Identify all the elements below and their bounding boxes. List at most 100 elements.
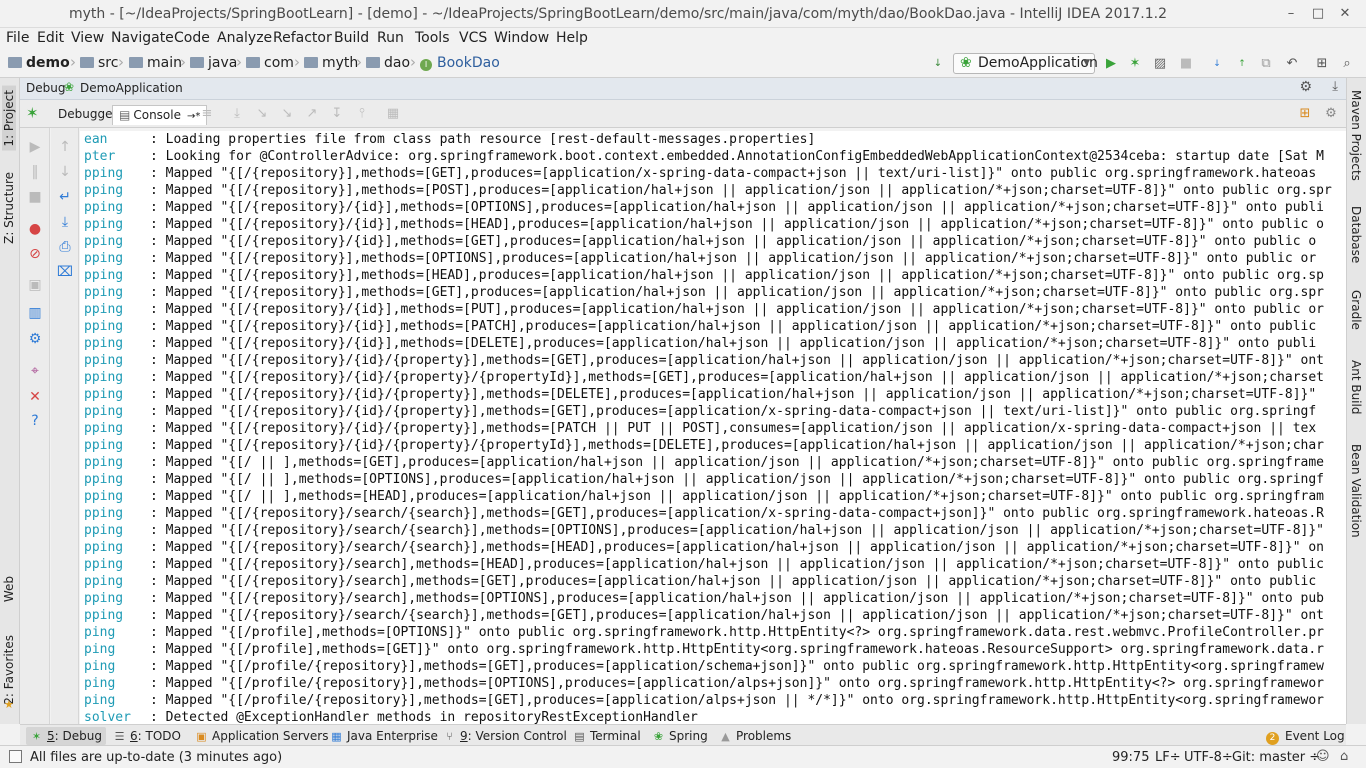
menu-refactor[interactable]: Refactor <box>273 30 332 46</box>
console-line-logger: pping <box>84 557 124 572</box>
pause-icon[interactable]: ‖ <box>26 163 44 181</box>
breadcrumb-main[interactable]: main <box>129 55 182 71</box>
mute-breakpoints-icon[interactable]: ⊘ <box>26 245 44 263</box>
menu-view[interactable]: View <box>71 30 104 46</box>
lock-icon[interactable]: ⌂ <box>1340 749 1348 764</box>
layout-icon[interactable]: ▥ <box>26 304 44 322</box>
inspector-icon[interactable]: ☺ <box>1316 749 1330 764</box>
coverage-icon[interactable]: ▨ <box>1151 55 1169 73</box>
console-line: pping: Mapped "{[/{repository}/search/{s… <box>80 607 1346 624</box>
hide-panel-icon[interactable]: ⤓ <box>1332 79 1338 94</box>
vcs-commit-icon[interactable]: ↑ <box>1233 55 1251 73</box>
tool-tab-debug[interactable]: ✶ 5: Debug <box>26 727 106 745</box>
tool-window-project[interactable]: 1: Project <box>2 86 16 151</box>
clear-all-icon[interactable]: ⌧ <box>56 263 74 281</box>
close-icon[interactable]: ✕ <box>1334 4 1356 24</box>
minimize-icon[interactable]: – <box>1280 4 1302 24</box>
tool-window-structure[interactable]: Z: Structure <box>2 172 16 244</box>
scroll-up-icon[interactable]: ↑ <box>56 138 74 156</box>
vcs-compare-icon[interactable]: ⧉ <box>1257 55 1275 73</box>
tool-window-ant-build[interactable]: Ant Build <box>1349 360 1363 414</box>
sort-icon[interactable]: ↓ <box>929 55 947 73</box>
step-into-icon[interactable]: ↘ <box>253 105 271 123</box>
pin-icon[interactable]: ⌖ <box>26 362 44 380</box>
menu-code[interactable]: Code <box>174 30 210 46</box>
menu-file[interactable]: File <box>6 30 29 46</box>
breadcrumb-dao[interactable]: dao <box>366 55 410 71</box>
tool-window-toggle-icon[interactable] <box>9 750 22 763</box>
soft-wrap-icon[interactable]: ↵ <box>56 188 74 206</box>
debug-icon[interactable]: ✶ <box>1126 55 1144 73</box>
tool-window-favorites[interactable]: 2: Favorites <box>2 635 16 705</box>
settings-icon[interactable]: ⚙ <box>26 330 44 348</box>
tool-window-database[interactable]: Database <box>1349 206 1363 263</box>
menu-run[interactable]: Run <box>377 30 404 46</box>
maximize-icon[interactable]: □ <box>1307 4 1329 24</box>
restore-layout-icon[interactable]: ⊞ <box>1296 105 1314 123</box>
drop-frame-icon[interactable]: ↧ <box>328 105 346 123</box>
evaluate-expression-icon[interactable]: ▦ <box>384 105 402 123</box>
tool-tab-application-servers[interactable]: ▣ Application Servers <box>195 727 328 745</box>
settings-icon[interactable]: ⚙ <box>1322 105 1340 123</box>
stop-icon[interactable]: ■ <box>1177 55 1195 73</box>
git-branch[interactable]: Git: master ÷ <box>1232 750 1320 765</box>
debug-session-name[interactable]: DemoApplication <box>80 81 183 95</box>
cursor-position[interactable]: 99:75 <box>1112 750 1149 765</box>
vcs-update-icon[interactable]: ↓ <box>1208 55 1226 73</box>
file-encoding[interactable]: UTF-8÷ <box>1184 750 1233 765</box>
tool-window-gradle[interactable]: Gradle <box>1349 290 1363 330</box>
breadcrumb-java[interactable]: java <box>190 55 237 71</box>
run-icon[interactable]: ▶ <box>1102 55 1120 73</box>
tool-tab-todo[interactable]: ☰ 6: TODO <box>113 727 181 745</box>
print-icon[interactable]: ⎙ <box>56 238 74 256</box>
tool-tab-terminal[interactable]: ▤ Terminal <box>573 727 640 745</box>
console-output[interactable]: ean: Loading properties file from class … <box>80 131 1346 724</box>
tool-tab-problems[interactable]: ▲ Problems <box>719 727 791 745</box>
help-icon[interactable]: ? <box>26 412 44 430</box>
scroll-to-end-icon[interactable]: ⤓ <box>56 213 74 231</box>
tool-tab-spring[interactable]: ❀ Spring <box>652 727 708 745</box>
search-icon[interactable]: ⌕ <box>1338 55 1356 73</box>
tab-console[interactable]: ▤ Console →* <box>112 105 208 125</box>
menu-navigate[interactable]: Navigate <box>111 30 174 46</box>
breadcrumb-myth[interactable]: myth <box>304 55 358 71</box>
line-separator[interactable]: LF÷ <box>1155 750 1181 765</box>
menu-analyze[interactable]: Analyze <box>217 30 272 46</box>
menu-tools[interactable]: Tools <box>415 30 450 46</box>
menu-edit[interactable]: Edit <box>37 30 64 46</box>
menu-vcs[interactable]: VCS <box>459 30 487 46</box>
breadcrumb-demo[interactable]: demo <box>8 55 70 71</box>
tool-tab-version-control[interactable]: ⑂ 9: Version Control <box>443 727 567 745</box>
console-line-logger: pping <box>84 489 124 504</box>
debug-bug-icon[interactable]: ✶ <box>26 104 39 122</box>
step-out-icon[interactable]: ↗ <box>303 105 321 123</box>
gear-icon[interactable]: ⚙ <box>1299 79 1312 95</box>
menu-window[interactable]: Window <box>494 30 549 46</box>
stop-icon[interactable]: ■ <box>26 188 44 206</box>
status-bar: All files are up-to-date (3 minutes ago)… <box>0 745 1366 768</box>
tool-window-bean-validation[interactable]: Bean Validation <box>1349 444 1363 538</box>
menu-build[interactable]: Build <box>334 30 369 46</box>
scroll-down-icon[interactable]: ↓ <box>56 163 74 181</box>
view-breakpoints-icon[interactable]: ● <box>26 220 44 238</box>
tool-tab-java-enterprise[interactable]: ▦ Java Enterprise <box>330 727 438 745</box>
tool-tab-event-log[interactable]: 2 Event Log <box>1266 727 1345 745</box>
tool-window-maven[interactable]: Maven Projects <box>1349 90 1363 181</box>
step-over-icon[interactable]: ⤓ <box>228 105 246 123</box>
show-execution-point-icon[interactable]: ≡ <box>198 105 216 123</box>
close-icon[interactable]: ✕ <box>26 388 44 406</box>
menu-help[interactable]: Help <box>556 30 588 46</box>
undo-icon[interactable]: ↶ <box>1283 55 1301 73</box>
run-to-cursor-icon[interactable]: ⫯ <box>353 105 371 123</box>
camera-icon[interactable]: ▣ <box>26 276 44 294</box>
folder-icon <box>366 57 380 68</box>
breadcrumb-com[interactable]: com <box>246 55 294 71</box>
force-step-into-icon[interactable]: ↘ <box>278 105 296 123</box>
console-line-logger: pping <box>84 200 124 215</box>
project-structure-icon[interactable]: ⊞ <box>1313 55 1331 73</box>
rerun-icon[interactable]: ▶ <box>26 138 44 156</box>
breadcrumb-bookdao[interactable]: I BookDao <box>420 55 500 71</box>
run-configuration-selector[interactable]: ❀ DemoApplication ▼ <box>953 53 1098 74</box>
tool-window-web[interactable]: Web <box>2 576 16 602</box>
breadcrumb-src[interactable]: src <box>80 55 118 71</box>
